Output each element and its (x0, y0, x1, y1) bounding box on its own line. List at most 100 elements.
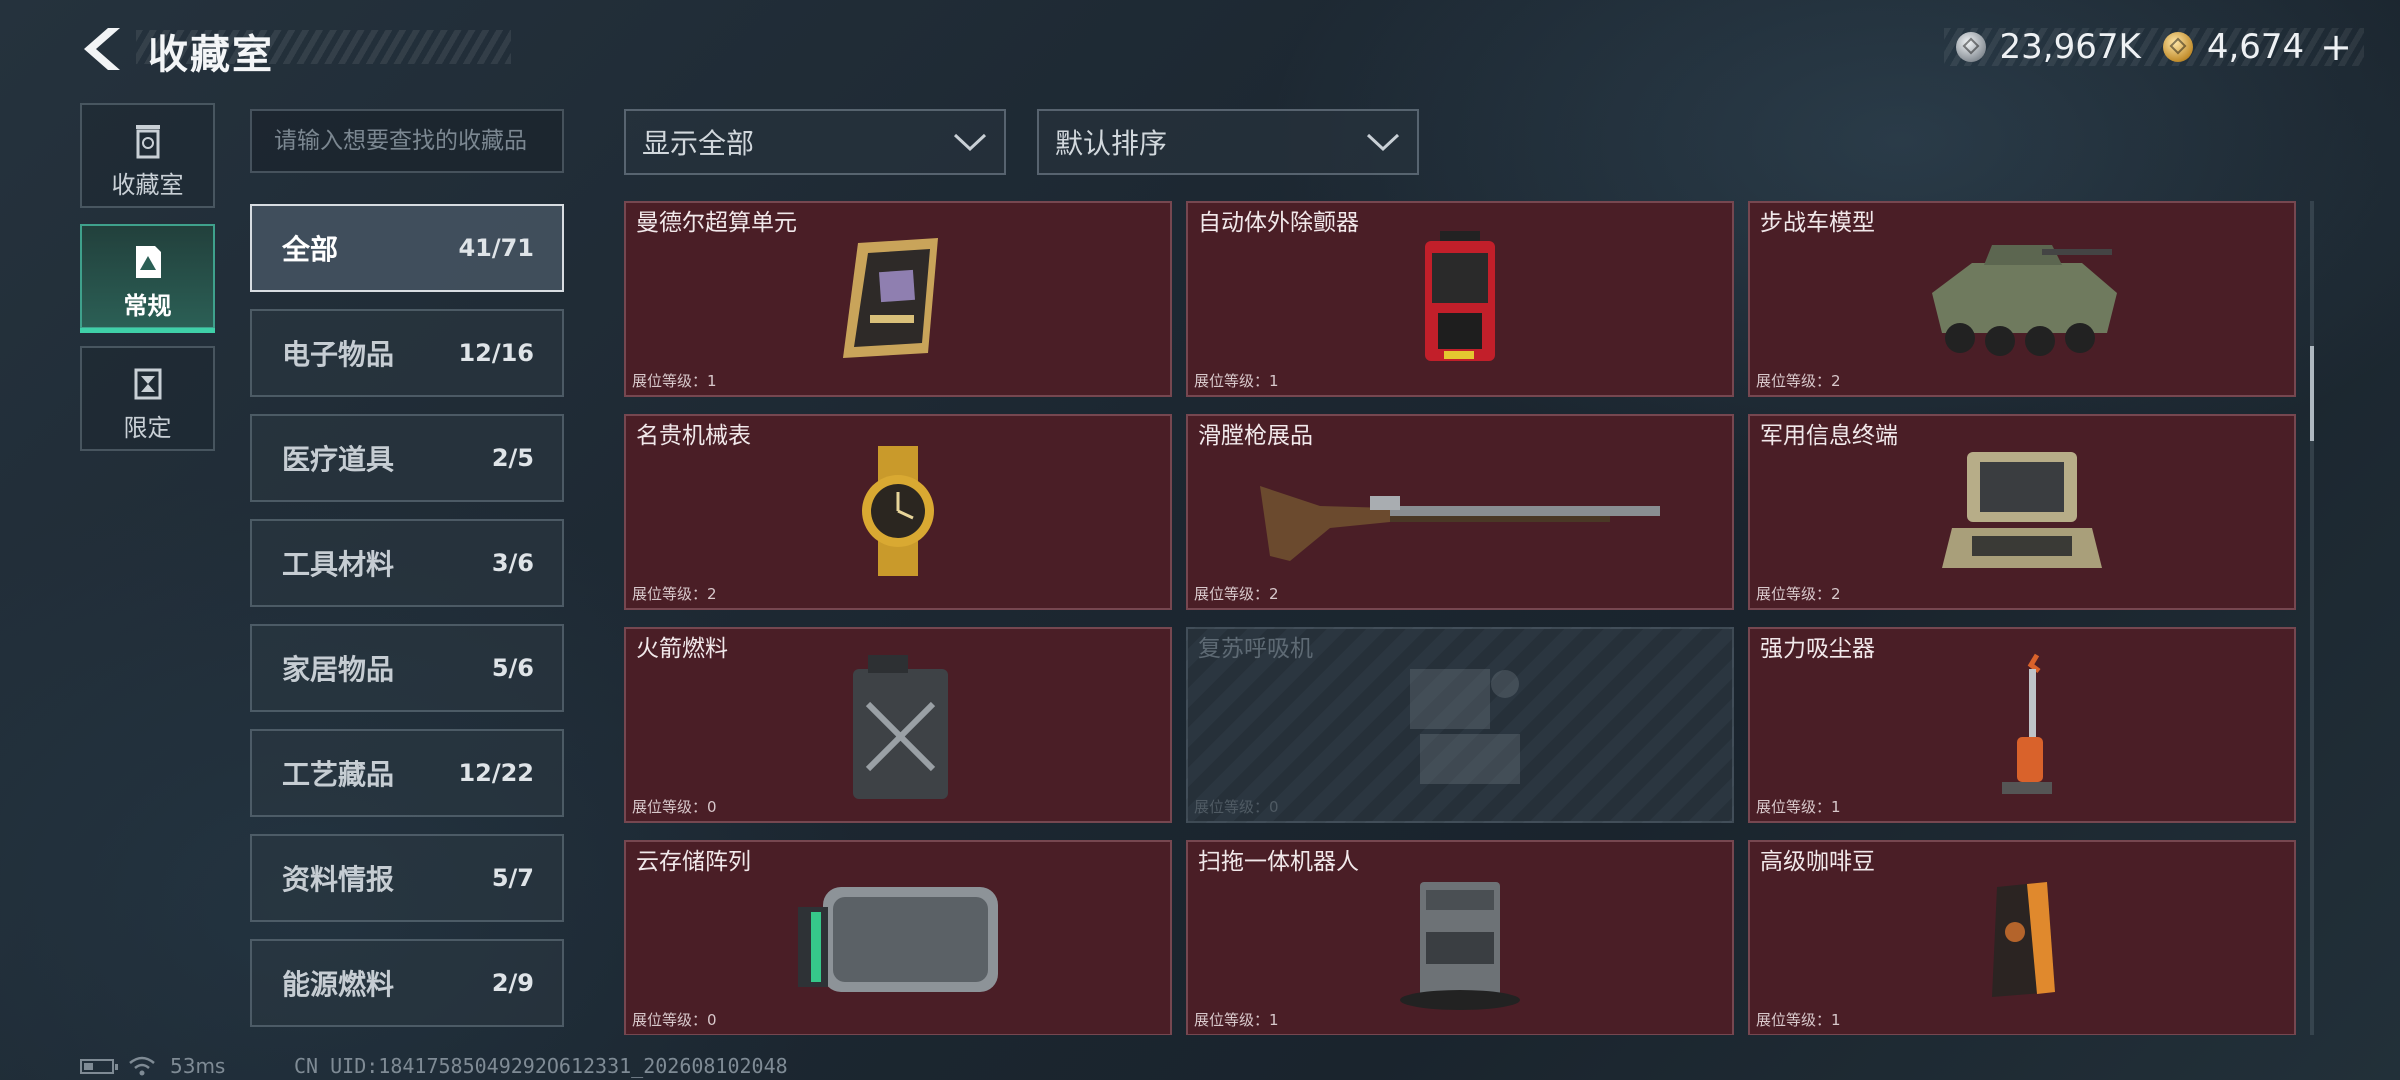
item-card[interactable]: 火箭燃料 展位等级：0 (624, 627, 1172, 823)
category-count: 41/71 (458, 234, 534, 262)
item-name: 自动体外除颤器 (1198, 210, 1359, 236)
item-name: 火箭燃料 (636, 636, 728, 662)
item-name: 名贵机械表 (636, 423, 751, 449)
silver-coin-icon (1955, 32, 1986, 62)
display-filter-value: 显示全部 (642, 127, 755, 160)
item-card[interactable]: 滑膛枪展品 展位等级：2 (1186, 414, 1734, 610)
vacuum-cleaner-icon (2002, 653, 2052, 794)
category-count: 2/5 (491, 444, 534, 472)
chevron-down-icon (953, 133, 987, 152)
item-card[interactable]: 军用信息终端 展位等级：2 (1748, 414, 2296, 610)
item-name: 滑膛枪展品 (1198, 423, 1313, 449)
category-name: 工艺藏品 (282, 758, 395, 791)
user-uid: CN UID:18417585049292O612331_20260810204… (294, 1054, 788, 1078)
category-name: 能源燃料 (282, 968, 395, 1001)
item-card[interactable]: 曼德尔超算单元 展位等级：1 (624, 201, 1172, 397)
category-count: 12/22 (458, 759, 534, 787)
item-level: 展位等级：2 (1756, 372, 1841, 390)
storage-array-icon (798, 887, 998, 992)
category-name: 家居物品 (282, 653, 395, 686)
musket-icon (1260, 486, 1660, 561)
category-crafts[interactable]: 工艺藏品 12/22 (250, 729, 564, 817)
gold-coin-icon (2162, 32, 2193, 62)
battery-icon (80, 1058, 118, 1074)
item-card-locked[interactable]: 复苏呼吸机 展位等级：0 (1186, 627, 1734, 823)
chevron-down-icon (1366, 133, 1400, 152)
ping-value: 53ms (170, 1054, 226, 1078)
item-level: 展位等级：0 (1194, 798, 1279, 816)
back-arrow-icon (84, 28, 120, 70)
grid-scrollbar[interactable] (2310, 201, 2314, 1035)
mop-robot-icon (1400, 882, 1520, 1010)
category-count: 12/16 (458, 339, 534, 367)
jerrycan-icon (853, 655, 948, 799)
category-medical[interactable]: 医疗道具 2/5 (250, 414, 564, 502)
item-level: 展位等级：2 (1194, 585, 1279, 603)
triangle-card-icon (135, 246, 161, 278)
item-level: 展位等级：1 (1194, 372, 1279, 390)
side-tab-collection-room[interactable]: 收藏室 (80, 103, 215, 208)
item-name: 步战车模型 (1760, 210, 1875, 236)
item-name: 军用信息终端 (1760, 423, 1898, 449)
category-household[interactable]: 家居物品 5/6 (250, 624, 564, 712)
item-card[interactable]: 步战车模型 展位等级：2 (1748, 201, 2296, 397)
side-tab-label: 限定 (123, 414, 172, 442)
sort-dropdown[interactable]: 默认排序 (1037, 109, 1419, 175)
item-level: 展位等级：1 (1756, 1011, 1841, 1029)
item-name: 强力吸尘器 (1760, 636, 1875, 662)
gold-balance: 4,674 (2206, 27, 2305, 67)
item-name: 扫拖一体机器人 (1198, 849, 1359, 875)
coffee-bag-icon (1992, 882, 2055, 997)
scroll-thumb[interactable] (2310, 346, 2314, 441)
item-name: 云存储阵列 (636, 849, 751, 875)
currency-bar: 23,967K 4,674 + (1944, 25, 2364, 69)
item-card[interactable]: 强力吸尘器 展位等级：1 (1748, 627, 2296, 823)
armored-vehicle-icon (1932, 245, 2117, 356)
supercomputer-unit-icon (843, 238, 938, 358)
item-level: 展位等级：0 (632, 1011, 717, 1029)
page-title: 收藏室 (148, 32, 274, 78)
item-card[interactable]: 高级咖啡豆 展位等级：1 (1748, 840, 2296, 1035)
category-name: 工具材料 (282, 548, 395, 581)
defibrillator-icon (1425, 231, 1495, 361)
back-button[interactable] (80, 24, 126, 74)
hourglass-card-icon (134, 368, 161, 400)
side-tab-limited[interactable]: 限定 (80, 346, 215, 451)
collection-grid: 曼德尔超算单元 展位等级：1 自动体外除颤器 展位等级：1 步战车模型 展位等级 (624, 201, 2298, 1035)
category-count: 5/6 (491, 654, 534, 682)
item-level: 展位等级：2 (1756, 585, 1841, 603)
item-name: 高级咖啡豆 (1760, 849, 1875, 875)
item-card[interactable]: 扫拖一体机器人 展位等级：1 (1186, 840, 1734, 1035)
display-filter-dropdown[interactable]: 显示全部 (624, 109, 1006, 175)
item-card[interactable]: 自动体外除颤器 展位等级：1 (1186, 201, 1734, 397)
category-count: 2/9 (491, 969, 534, 997)
search-input[interactable] (250, 109, 564, 173)
rugged-laptop-icon (1942, 452, 2102, 568)
category-name: 电子物品 (282, 338, 395, 371)
add-currency-button[interactable]: + (2320, 25, 2352, 69)
item-level: 展位等级：0 (632, 798, 717, 816)
item-card[interactable]: 名贵机械表 展位等级：2 (624, 414, 1172, 610)
item-name: 复苏呼吸机 (1198, 636, 1313, 662)
side-tab-label: 常规 (123, 292, 172, 320)
side-tab-label: 收藏室 (111, 171, 184, 199)
item-card[interactable]: 云存储阵列 展位等级：0 (624, 840, 1172, 1035)
status-footer: 53ms (80, 1054, 225, 1078)
category-electronics[interactable]: 电子物品 12/16 (250, 309, 564, 397)
category-intel[interactable]: 资料情报 5/7 (250, 834, 564, 922)
category-energy[interactable]: 能源燃料 2/9 (250, 939, 564, 1027)
item-level: 展位等级：1 (1756, 798, 1841, 816)
category-tools[interactable]: 工具材料 3/6 (250, 519, 564, 607)
silver-balance: 23,967K (1999, 27, 2141, 67)
item-name: 曼德尔超算单元 (636, 210, 797, 236)
ventilator-icon (1410, 669, 1520, 784)
side-tab-regular[interactable]: 常规 (80, 224, 215, 333)
category-count: 3/6 (491, 549, 534, 577)
category-name: 资料情报 (282, 863, 395, 896)
item-level: 展位等级：1 (1194, 1011, 1279, 1029)
item-level: 展位等级：1 (632, 372, 717, 390)
category-name: 全部 (282, 233, 339, 266)
category-all[interactable]: 全部 41/71 (250, 204, 564, 292)
wifi-icon (129, 1056, 155, 1076)
sort-value: 默认排序 (1055, 127, 1168, 160)
